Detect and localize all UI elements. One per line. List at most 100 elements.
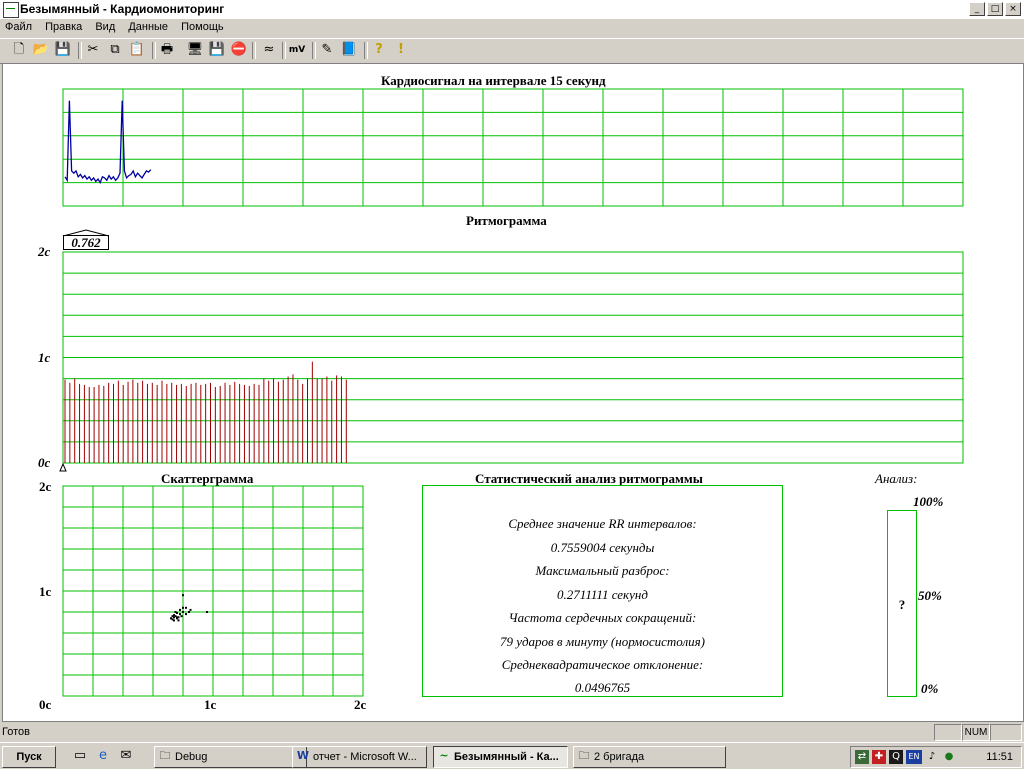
stats-line: Среднеквадратическое отклонение: [501,657,704,672]
task-debug[interactable]: 🗀 Debug [154,746,307,768]
menu-bar: Файл Правка Вид Данные Помощь [0,19,1024,37]
menu-file[interactable]: Файл [0,19,37,35]
scatter-y-label-0: 0с [39,697,52,712]
millivolt-icon[interactable]: mV [288,41,306,59]
app-icon [3,2,19,18]
scatter-point [188,611,190,613]
maximize-button[interactable]: □ [987,2,1003,16]
internet-explorer-icon[interactable]: e [95,748,111,764]
scatter-point [185,613,187,616]
paste-icon[interactable]: 📋 [128,41,146,59]
scatter-y-label-2: 2с [39,479,52,494]
word-icon: W [296,749,310,762]
analysis-label-0: 0% [921,681,939,696]
scatter-point [182,606,184,609]
client-area: Кардиосигнал на интервале 15 секунд Ритм… [2,63,1024,722]
language-indicator[interactable]: EN [906,750,922,764]
menu-help[interactable]: Помощь [176,19,229,35]
title-bar: Безымянный - Кардиомониторинг _ □ × [0,0,1024,19]
rhythm-y-label-0: 0с [38,455,51,470]
taskbar: Пуск ▭ e ✉ 🗀 Debug Wотчет - Microsoft W..… [0,742,1024,769]
scatter-point [179,613,181,616]
task-brigade[interactable]: 🗀 2 бригада [573,746,726,768]
scatter-point [171,618,174,621]
whatsthis-icon[interactable]: ! [392,41,410,59]
toolbar-separator [78,42,82,59]
antivirus-icon[interactable]: ✚ [872,750,886,764]
speaker-icon[interactable]: ♪ [925,750,939,764]
cut-icon[interactable]: ✂ [84,41,102,59]
scatter-point [179,608,181,611]
rhythm-y-label-2: 2с [38,244,51,259]
analysis-label-50: 50% [918,588,942,603]
stats-line: Максимальный разброс: [535,563,670,578]
scatter-point [206,611,208,613]
stats-line: 79 ударов в минуту (нормосистолия) [499,634,706,649]
start-button[interactable]: Пуск [2,746,56,768]
scatter-x-label-1: 1с [204,697,217,712]
stats-line: Среднее значение RR интервалов: [508,516,697,531]
system-tray: ⇄ ✚ Q EN ♪ ● 11:51 [850,746,1022,768]
scatter-point [180,615,183,618]
filter-icon[interactable]: ≈ [260,41,278,59]
ecg-title: Кардиосигнал на интервале 15 секунд [381,73,606,88]
stats-line: 0.2711111 секунд [557,587,648,602]
menu-data[interactable]: Данные [123,19,173,35]
task-word[interactable]: Wотчет - Microsoft W... [292,746,427,768]
tray-app-icon[interactable]: ● [942,750,956,764]
scatter-x-label-2: 2с [354,697,367,712]
task-cardiomonitor[interactable]: ~ Безымянный - Ка... [433,746,568,768]
toolbar-separator [252,42,256,59]
stop-icon[interactable]: ⛔ [230,41,248,59]
outlook-icon[interactable]: ✉ [118,748,134,764]
analysis-title: Анализ: [875,471,918,486]
rhythm-marker-value: 0.762 [63,235,109,250]
monitor-icon[interactable]: 🖥 [186,41,204,59]
rhythm-marker[interactable]: 0.762 [63,229,109,250]
quicktime-icon[interactable]: Q [889,750,903,764]
scatter-point [176,616,178,619]
rhythm-y-label-1: 1с [38,350,51,365]
copy-icon[interactable]: ⧉ [106,41,124,59]
folder-icon: 🗀 [159,749,171,762]
menu-edit[interactable]: Правка [40,19,87,35]
show-desktop-icon[interactable]: ▭ [72,748,88,764]
scatter-point [182,594,184,597]
scatter-title: Скаттерграмма [161,471,254,486]
close-button[interactable]: × [1005,2,1021,16]
status-pane-empty [934,724,962,741]
start-label: Пуск [16,751,42,763]
window-title: Безымянный - Кардиомониторинг [20,2,225,16]
folder-icon: 🗀 [578,749,590,762]
network-icon[interactable]: ⇄ [855,750,869,764]
analysis-value: ? [898,597,906,612]
ecg-signal-line [64,100,152,185]
toolbar-separator [282,42,286,59]
stats-line: 0.0496765 [574,680,631,695]
disk-icon[interactable]: 💾 [208,41,226,59]
rhythm-title: Ритмограмма [466,213,547,228]
analysis-label-100: 100% [913,494,944,509]
print-icon[interactable]: 🖶 [158,41,176,59]
scatter-y-label-1: 1с [39,584,52,599]
status-num: NUM [962,724,990,741]
new-file-icon[interactable]: 🗋 [10,41,28,59]
toolbar-separator [152,42,156,59]
minimize-button[interactable]: _ [969,2,985,16]
cursor-triangle-icon [59,462,67,472]
pen-icon[interactable]: ✎ [318,41,336,59]
save-icon[interactable]: 💾 [54,41,72,59]
status-pane-empty [990,724,1022,741]
book-icon[interactable]: 📘 [340,41,358,59]
status-bar: Готов NUM [0,722,1024,742]
status-text: Готов [2,726,30,738]
scatter-point [182,611,184,613]
scatter-point [185,606,187,609]
help-icon[interactable]: ? [370,41,388,59]
toolbar: 🗋 📂 💾 ✂ ⧉ 📋 🖶 🖥 💾 ⛔ ≈ mV ✎ 📘?! [0,38,1024,64]
menu-view[interactable]: Вид [90,19,120,35]
open-folder-icon[interactable]: 📂 [32,41,50,59]
scatter-point [174,611,177,613]
analysis-gauge: ? [887,510,917,697]
scatter-point [171,615,174,618]
